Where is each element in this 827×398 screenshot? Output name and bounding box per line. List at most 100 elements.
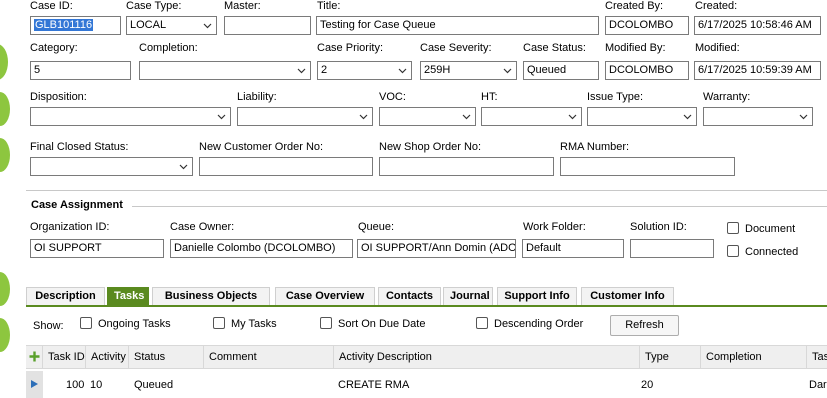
column-header-activity-description[interactable]: Activity Description <box>333 346 639 368</box>
tasks-grid-header: Task ID Activity Status Comment Activity… <box>26 345 827 369</box>
created-field[interactable]: 6/17/2025 10:58:46 AM <box>694 16 821 35</box>
case-id-field[interactable]: GLB101116 <box>30 16 121 35</box>
row-selector[interactable] <box>26 371 43 398</box>
master-field[interactable] <box>224 16 311 35</box>
cell-activity: 10 <box>90 379 103 391</box>
work-folder-field[interactable]: Default <box>522 239 624 258</box>
chevron-down-icon <box>683 114 692 120</box>
disposition-select[interactable] <box>30 107 231 126</box>
rma-number-label: RMA Number: <box>560 141 630 153</box>
ongoing-tasks-label: Ongoing Tasks <box>98 318 171 330</box>
case-owner-field[interactable]: Danielle Colombo (DCOLOMBO) <box>170 239 353 258</box>
warranty-label: Warranty: <box>703 91 751 103</box>
document-label: Document <box>745 223 796 235</box>
cell-type: 20 <box>641 379 654 391</box>
chevron-down-icon <box>179 164 188 170</box>
final-closed-status-select[interactable] <box>30 157 193 176</box>
chevron-down-icon <box>568 114 577 120</box>
modified-by-label: Modified By: <box>605 42 666 54</box>
my-tasks-checkbox[interactable] <box>213 317 225 329</box>
my-tasks-label: My Tasks <box>231 318 277 330</box>
category-field[interactable]: 5 <box>30 61 131 80</box>
show-label: Show: <box>33 320 64 332</box>
column-header-completion[interactable]: Completion <box>700 346 806 368</box>
modified-by-field[interactable]: DCOLOMBO <box>605 61 689 80</box>
tab-case-overview[interactable]: Case Overview <box>275 287 375 305</box>
queue-field[interactable]: OI SUPPORT/Ann Domin (ADOMI <box>357 239 516 258</box>
rma-number-field[interactable] <box>560 157 735 176</box>
document-checkbox[interactable] <box>727 222 739 234</box>
ongoing-tasks-checkbox[interactable] <box>80 317 92 329</box>
case-type-label: Case Type: <box>126 0 182 12</box>
solution-id-label: Solution ID: <box>630 221 687 233</box>
chevron-down-icon <box>203 23 212 29</box>
column-header-activity[interactable]: Activity <box>85 346 130 368</box>
created-by-field[interactable]: DCOLOMBO <box>605 16 689 35</box>
descending-order-checkbox[interactable] <box>476 317 488 329</box>
tab-journal[interactable]: Journal <box>443 287 493 305</box>
completion-select[interactable] <box>139 61 311 80</box>
chevron-down-icon <box>398 68 407 74</box>
divider <box>132 206 827 207</box>
chevron-down-icon <box>503 68 512 74</box>
column-header-comment[interactable]: Comment <box>203 346 334 368</box>
refresh-button[interactable]: Refresh <box>610 315 679 336</box>
chevron-down-icon <box>799 114 808 120</box>
column-header-type[interactable]: Type <box>639 346 701 368</box>
case-id-label: Case ID: <box>30 0 73 12</box>
voc-label: VOC: <box>379 91 406 103</box>
warranty-select[interactable] <box>703 107 813 126</box>
chevron-down-icon <box>297 68 306 74</box>
new-customer-order-label: New Customer Order No: <box>199 141 324 153</box>
divider <box>26 190 827 191</box>
liability-select[interactable] <box>237 107 373 126</box>
column-header-status[interactable]: Status <box>128 346 203 368</box>
category-label: Category: <box>30 42 78 54</box>
work-folder-label: Work Folder: <box>523 221 586 233</box>
connected-label: Connected <box>745 246 799 258</box>
modified-label: Modified: <box>695 42 740 54</box>
case-priority-label: Case Priority: <box>317 42 384 54</box>
cell-activity-description: CREATE RMA <box>338 379 410 391</box>
cell-task-id: 100 <box>66 379 85 391</box>
case-priority-select[interactable]: 2 <box>317 61 412 80</box>
column-header-task-more[interactable]: Tas <box>806 346 827 368</box>
case-severity-label: Case Severity: <box>420 42 492 54</box>
voc-select[interactable] <box>379 107 476 126</box>
cell-status: Queued <box>134 379 174 391</box>
table-row[interactable]: 100 10 Queued CREATE RMA 20 Dar <box>26 371 827 398</box>
chevron-down-icon <box>462 114 471 120</box>
tab-customer-info[interactable]: Customer Info <box>581 287 674 305</box>
organization-id-field[interactable]: OI SUPPORT <box>30 239 164 258</box>
case-owner-label: Case Owner: <box>170 221 235 233</box>
solution-id-field[interactable] <box>630 239 714 258</box>
add-row-icon[interactable] <box>28 350 41 363</box>
liability-label: Liability: <box>237 91 277 103</box>
current-row-icon <box>31 380 38 388</box>
connected-checkbox[interactable] <box>727 245 739 257</box>
tab-business-objects[interactable]: Business Objects <box>152 287 270 305</box>
case-severity-select[interactable]: 259H <box>420 61 517 80</box>
column-header-task-id[interactable]: Task ID <box>42 346 86 368</box>
tab-support-info[interactable]: Support Info <box>497 287 577 305</box>
tab-contacts[interactable]: Contacts <box>378 287 441 305</box>
new-customer-order-field[interactable] <box>199 157 373 176</box>
tab-description[interactable]: Description <box>26 287 105 305</box>
case-type-select[interactable]: LOCAL <box>126 16 217 35</box>
chevron-down-icon <box>217 114 226 120</box>
case-status-field[interactable]: Queued <box>523 61 599 80</box>
tab-tasks[interactable]: Tasks <box>107 287 149 305</box>
organization-id-label: Organization ID: <box>30 221 110 233</box>
new-shop-order-field[interactable] <box>379 157 554 176</box>
sort-due-date-checkbox[interactable] <box>320 317 332 329</box>
title-field[interactable]: Testing for Case Queue <box>316 16 599 35</box>
ht-select[interactable] <box>481 107 582 126</box>
sort-due-date-label: Sort On Due Date <box>338 318 426 330</box>
issue-type-select[interactable] <box>587 107 697 126</box>
case-assignment-title: Case Assignment <box>31 199 123 211</box>
queue-label: Queue: <box>358 221 395 233</box>
modified-field[interactable]: 6/17/2025 10:59:39 AM <box>694 61 821 80</box>
final-closed-status-label: Final Closed Status: <box>30 141 129 153</box>
completion-label: Completion: <box>139 42 198 54</box>
tab-underline <box>26 305 827 307</box>
